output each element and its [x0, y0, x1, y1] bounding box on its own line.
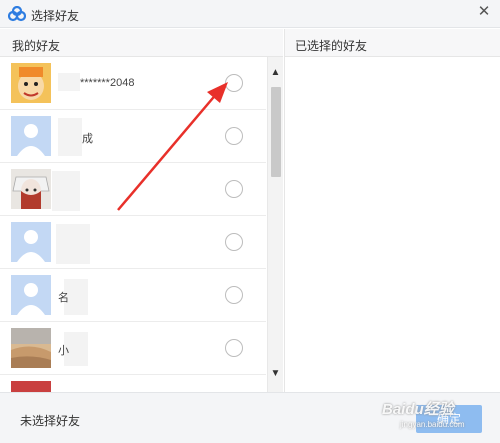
friend-row[interactable]: 小 [0, 322, 266, 375]
select-radio[interactable] [225, 339, 243, 357]
friend-row[interactable] [0, 216, 266, 269]
select-radio[interactable] [225, 233, 243, 251]
select-radio[interactable] [225, 286, 243, 304]
selected-friends-panel [284, 57, 500, 392]
close-icon[interactable]: ✕ [476, 4, 492, 20]
my-friends-label: 我的好友 [12, 39, 61, 53]
default-avatar [11, 222, 51, 262]
friend-name: *******2048 [80, 77, 135, 89]
friend-row[interactable]: *******2048 [0, 57, 266, 110]
friend-row[interactable]: 成 [0, 110, 266, 163]
blurred-name [58, 73, 80, 91]
watermark: Baidu经验 [382, 401, 454, 418]
landscape-avatar [11, 328, 51, 368]
friend-row[interactable] [0, 163, 266, 216]
select-radio[interactable] [225, 180, 243, 198]
select-radio[interactable] [225, 127, 243, 145]
selection-status: 未选择好友 [20, 414, 81, 428]
friend-list: *******2048 成 名 小 [0, 57, 266, 392]
scroll-up-icon[interactable]: ▲ [268, 65, 283, 81]
friend-list-scrollbar[interactable]: ▲ ▼ [267, 57, 283, 392]
red-avatar [11, 381, 51, 392]
photo-avatar [11, 169, 51, 209]
my-friends-header: 我的好友 [0, 29, 283, 57]
window-title: 选择好友 [31, 9, 80, 23]
friend-name: 名 [58, 292, 69, 304]
friend-name: 成 [82, 133, 93, 145]
scroll-down-icon[interactable]: ▼ [268, 366, 283, 382]
blurred-name [56, 224, 90, 264]
watermark-url: jingyan.baidu.com [400, 420, 465, 429]
selected-friends-header: 已选择的好友 [284, 29, 500, 57]
friend-name: 小 [58, 345, 69, 357]
title-bar: 选择好友 ✕ [0, 0, 500, 28]
select-radio[interactable] [225, 74, 243, 92]
cartoon-avatar [11, 63, 51, 103]
friend-row[interactable]: 名 [0, 269, 266, 322]
default-avatar [11, 275, 51, 315]
friend-row[interactable] [0, 375, 266, 392]
baidu-cloud-logo-icon [8, 6, 26, 22]
selected-friends-label: 已选择的好友 [295, 39, 368, 53]
default-avatar [11, 116, 51, 156]
scrollbar-thumb[interactable] [271, 87, 281, 177]
blurred-name [52, 171, 80, 211]
blurred-name [58, 118, 82, 156]
